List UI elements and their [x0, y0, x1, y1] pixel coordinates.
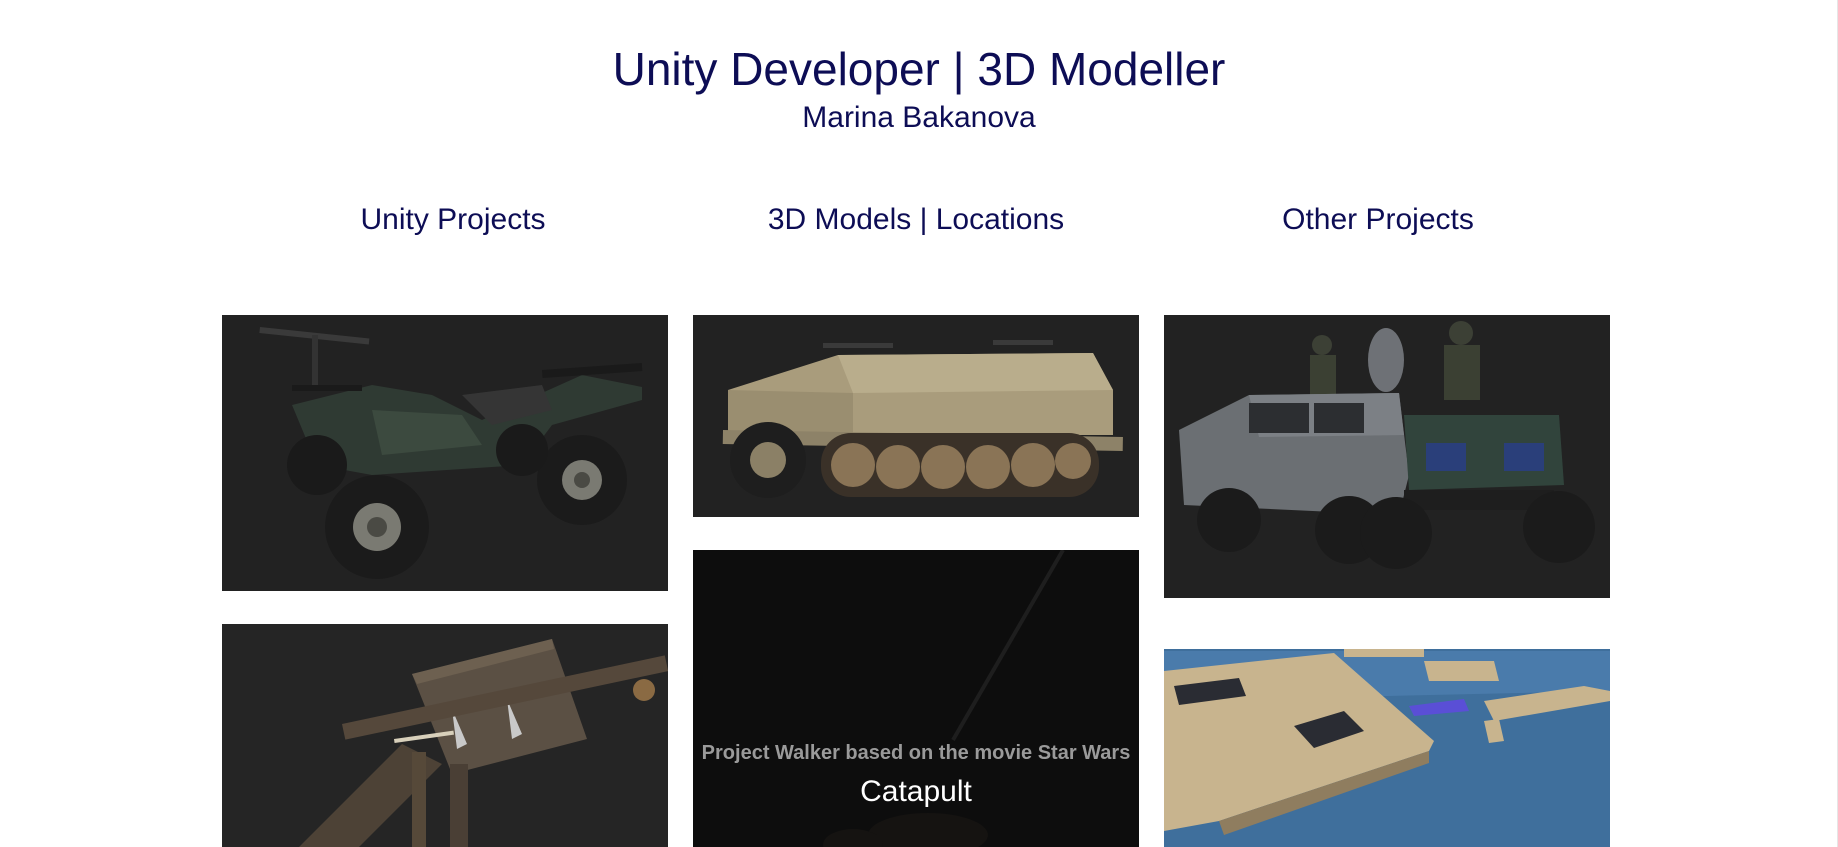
author-name: Marina Bakanova: [802, 101, 1036, 134]
project-card-water-level[interactable]: [1164, 631, 1610, 847]
humvee-image: [1164, 315, 1610, 598]
portfolio-page: Unity Developer | 3D Modeller Marina Bak…: [0, 0, 1838, 847]
nav-other-projects[interactable]: Other Projects: [1282, 200, 1474, 240]
nav-unity-projects[interactable]: Unity Projects: [360, 200, 545, 240]
section-nav: Unity Projects 3D Models | Locations Oth…: [0, 200, 1838, 240]
project-card-atv[interactable]: [222, 315, 668, 591]
atv-image: [222, 315, 668, 591]
card-title: Catapult: [860, 775, 972, 808]
nav-3d-models-locations[interactable]: 3D Models | Locations: [768, 200, 1064, 240]
page-header: Unity Developer | 3D Modeller Marina Bak…: [0, 40, 1838, 138]
project-card-halftrack[interactable]: [693, 315, 1139, 517]
water-level-image: [1164, 631, 1610, 847]
page-title: Unity Developer | 3D Modeller: [612, 43, 1226, 95]
project-card-walker-overlay[interactable]: Project Walker based on the movie Star W…: [693, 550, 1139, 847]
card-description: Project Walker based on the movie Star W…: [701, 742, 1131, 764]
project-card-catapult[interactable]: [222, 624, 668, 847]
catapult-image: [222, 624, 668, 847]
project-card-humvee[interactable]: [1164, 315, 1610, 598]
halftrack-image: [693, 315, 1139, 517]
